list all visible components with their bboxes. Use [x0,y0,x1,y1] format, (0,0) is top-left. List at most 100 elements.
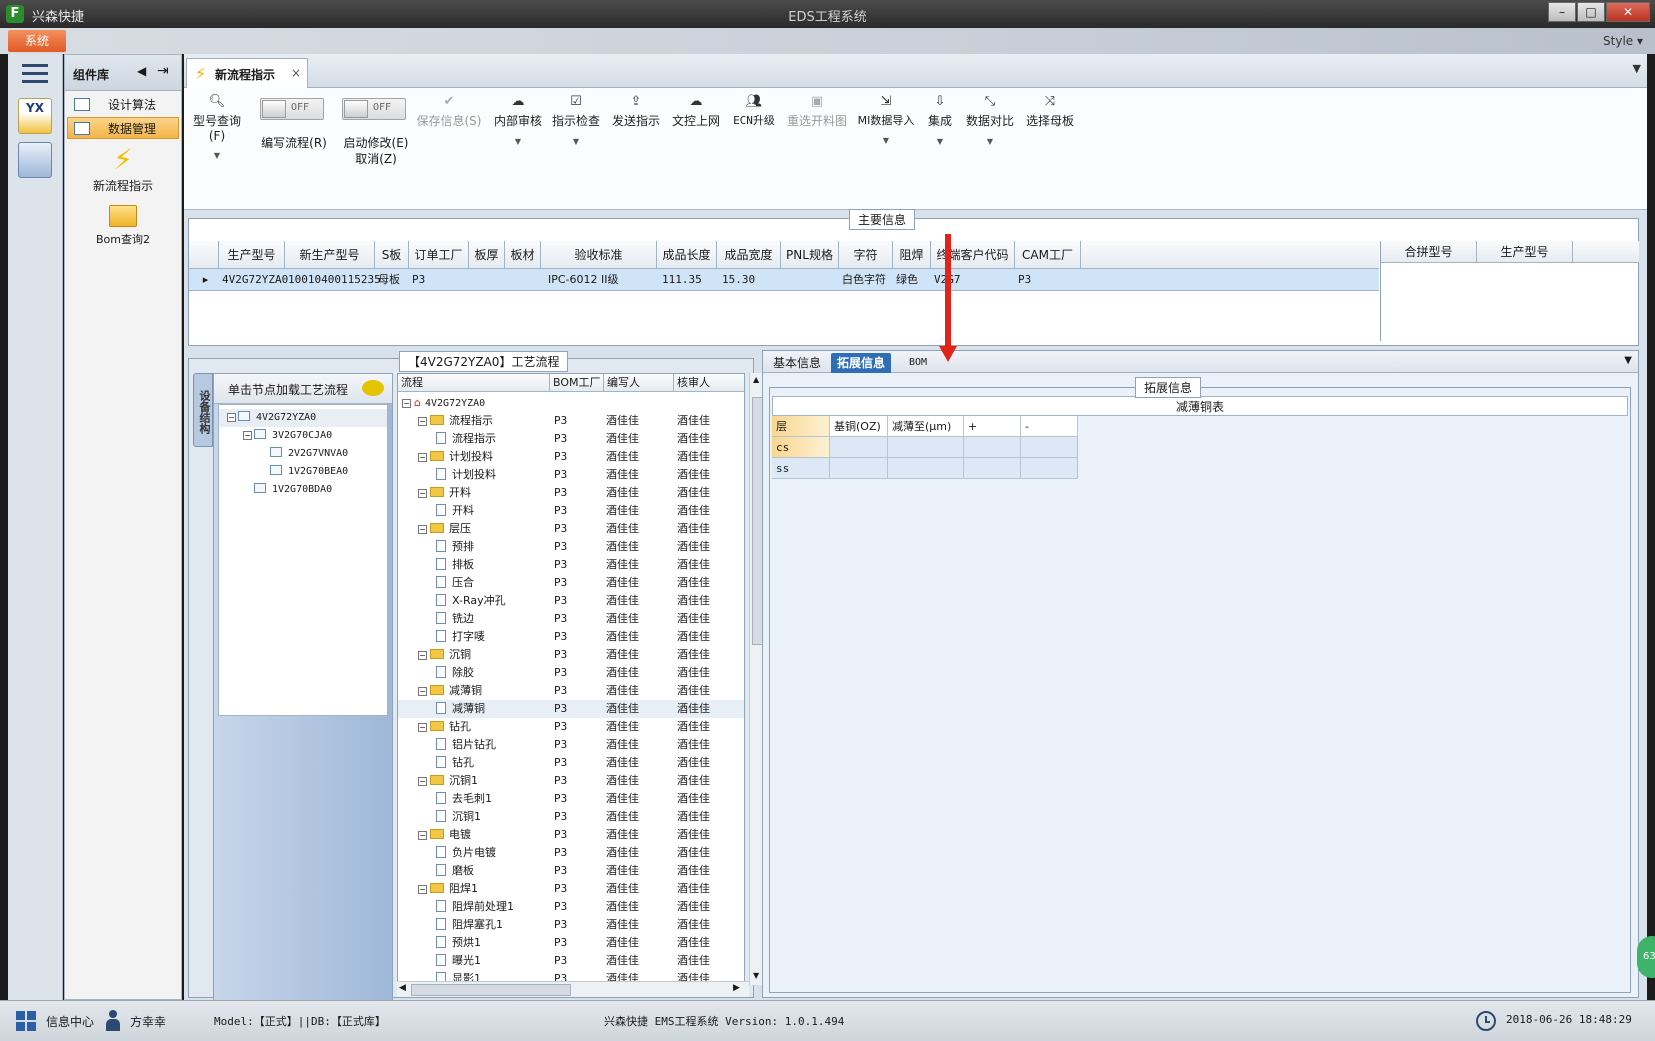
expand-toggle-icon[interactable]: − [418,831,427,840]
enable-edit-toggle[interactable]: OFF [342,98,406,120]
column-header[interactable]: 流程 [398,374,550,392]
yx-module-icon[interactable]: YX [18,98,52,134]
expand-toggle-icon[interactable]: − [418,777,427,786]
column-header[interactable]: 验收标准 [541,241,657,269]
cell-width[interactable]: 15.30 [719,269,755,291]
scrollbar-thumb[interactable] [411,984,571,996]
expand-toggle-icon[interactable]: − [418,525,427,534]
cell-pnl[interactable] [781,269,784,291]
new-flow-instruction-tool[interactable]: ⚡ 新流程指示 [65,143,181,194]
reselect-drawing-button[interactable]: ▣ 重选开料图 [784,94,850,129]
upload-doc-button[interactable]: ☁ 文控上网 [670,94,722,129]
expand-toggle-icon[interactable]: − [402,399,411,408]
tree-node[interactable]: − 3V2G70CJA0 [219,427,387,445]
table-row[interactable]: ▸ 4V2G72YZA0 10010400115235 母板 P3 IPC-60… [189,269,1379,291]
table-row[interactable]: − 开料 P3 酒佳佳 酒佳佳 [398,484,744,502]
column-header[interactable]: 生产型号 [1477,241,1573,263]
cell-base-copper[interactable] [830,437,888,458]
grid-icon[interactable] [16,1011,36,1031]
cell-s-board[interactable]: 母板 [375,269,400,291]
tree-node[interactable]: − 4V2G72YZA0 [219,409,387,427]
table-row[interactable]: − 沉铜 P3 酒佳佳 酒佳佳 [398,646,744,664]
select-mother-board-button[interactable]: ⤨ 选择母板 [1022,94,1078,129]
cell-minus[interactable] [1021,437,1078,458]
table-row[interactable]: − 减薄铜 P3 酒佳佳 酒佳佳 [398,682,744,700]
column-header[interactable]: 成品宽度 [717,241,781,269]
cell-new-model[interactable]: 10010400115235 [285,269,381,291]
tab-basic-info[interactable]: 基本信息 [767,353,827,373]
cell-plus[interactable] [964,458,1021,479]
column-header[interactable]: + [964,416,1021,437]
horizontal-scrollbar[interactable]: ◀ ▶ [397,981,749,997]
device-structure-tab[interactable]: 设备结构 [193,373,213,447]
column-header[interactable]: 成品长度 [657,241,717,269]
table-row[interactable]: 预排 P3 酒佳佳 酒佳佳 [398,538,744,556]
data-compare-button[interactable]: ⤡ 数据对比 ▼ [964,94,1016,146]
tab-dropdown-icon[interactable]: ▼ [1624,355,1632,366]
collapse-left-icon[interactable]: ◀ [137,64,146,78]
table-row[interactable]: 磨板 P3 酒佳佳 酒佳佳 [398,862,744,880]
expand-toggle-icon[interactable]: − [418,489,427,498]
table-row[interactable]: 计划投料 P3 酒佳佳 酒佳佳 [398,466,744,484]
column-header[interactable]: - [1021,416,1078,437]
table-row[interactable]: − 流程指示 P3 酒佳佳 酒佳佳 [398,412,744,430]
scroll-up-icon[interactable]: ▲ [753,375,759,384]
cell-cam[interactable]: P3 [1015,269,1031,291]
cell-minus[interactable] [1021,458,1078,479]
row-selector-header[interactable] [189,241,219,269]
cell-length[interactable]: 111.35 [659,269,702,291]
scroll-left-icon[interactable]: ◀ [399,983,406,993]
dropdown-arrow-icon[interactable]: ▼ [964,137,1016,146]
table-row[interactable]: 铣边 P3 酒佳佳 酒佳佳 [398,610,744,628]
close-button[interactable]: ✕ [1606,2,1650,22]
tab-extended-info[interactable]: 拓展信息 [831,353,892,373]
table-row[interactable]: 流程指示 P3 酒佳佳 酒佳佳 [398,430,744,448]
cell-layer[interactable]: cs [772,437,830,458]
style-menu[interactable]: Style ▾ [1603,34,1643,48]
tree-node[interactable]: 1V2G70BDA0 [219,481,387,499]
cell-base-copper[interactable] [830,458,888,479]
table-row[interactable]: X-Ray冲孔 P3 酒佳佳 酒佳佳 [398,592,744,610]
dropdown-arrow-icon[interactable]: ▼ [854,136,918,145]
table-row[interactable]: 钻孔 P3 酒佳佳 酒佳佳 [398,754,744,772]
minimize-button[interactable]: – [1548,2,1576,22]
maximize-button[interactable]: □ [1577,2,1605,22]
cell-layer[interactable]: ss [772,458,830,479]
cell-thickness[interactable] [469,269,472,291]
tab-dropdown-icon[interactable]: ▼ [1633,62,1641,75]
pin-icon[interactable]: ⇥ [157,63,169,79]
table-row[interactable]: − 钻孔 P3 酒佳佳 酒佳佳 [398,718,744,736]
ecn-upgrade-button[interactable]: 👥︎ ECN升级 [728,94,780,128]
scroll-down-icon[interactable]: ▼ [753,971,759,980]
cell-thin-to[interactable] [888,458,964,479]
expand-toggle-icon[interactable]: − [418,651,427,660]
tab-bom[interactable]: BOM [903,353,933,373]
expand-toggle-icon[interactable]: − [243,431,252,440]
cell-thin-to[interactable] [888,437,964,458]
expand-toggle-icon[interactable]: − [418,723,427,732]
expand-toggle-icon[interactable]: − [418,885,427,894]
column-header[interactable]: 核审人 [674,374,744,392]
table-row[interactable]: 预烘1 P3 酒佳佳 酒佳佳 [398,934,744,952]
mi-import-button[interactable]: ⇲ MI数据导入 ▼ [854,94,918,145]
dropdown-arrow-icon[interactable]: ▼ [492,137,544,146]
column-header[interactable]: 减薄至(μm) [888,416,964,437]
column-header[interactable]: 字符 [839,241,893,269]
cell-char[interactable]: 白色字符 [839,269,886,291]
cell-standard[interactable]: IPC-6012 II级 [545,269,619,291]
scroll-right-icon[interactable]: ▶ [733,983,740,993]
cell-mask[interactable]: 绿色 [893,269,918,291]
expand-toggle-icon[interactable]: − [418,417,427,426]
expand-toggle-icon[interactable]: − [227,413,236,422]
table-row[interactable]: 阻焊塞孔1 P3 酒佳佳 酒佳佳 [398,916,744,934]
dropdown-arrow-icon[interactable]: ▼ [186,151,248,160]
table-row[interactable]: 减薄铜 P3 酒佳佳 酒佳佳 [398,700,744,718]
instruction-check-button[interactable]: ☑ 指示检查 ▼ [550,94,602,146]
expand-toggle-icon[interactable]: − [418,453,427,462]
edit-flow-toggle[interactable]: OFF [260,98,324,120]
column-header[interactable]: S板 [375,241,409,269]
table-row[interactable]: 打字唛 P3 酒佳佳 酒佳佳 [398,628,744,646]
send-instruction-button[interactable]: ⇪ 发送指示 [610,94,662,129]
table-row[interactable]: 铝片钻孔 P3 酒佳佳 酒佳佳 [398,736,744,754]
column-header[interactable]: 阻焊 [893,241,931,269]
